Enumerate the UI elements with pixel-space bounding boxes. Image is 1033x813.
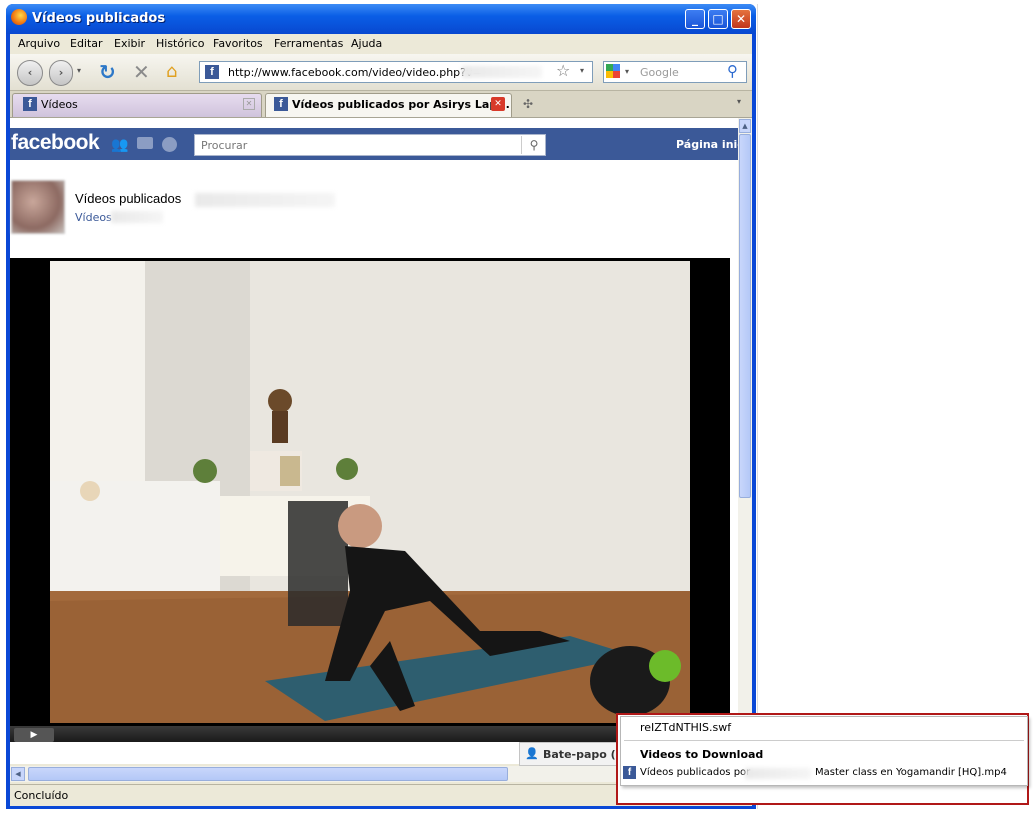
url-dropdown-icon[interactable]: ▾ (580, 66, 584, 75)
menu-ajuda[interactable]: Ajuda (351, 37, 382, 50)
menu-arquivo[interactable]: Arquivo (18, 37, 60, 50)
swf-item[interactable]: reIZTdNTHIS.swf (640, 721, 731, 734)
menu-editar[interactable]: Editar (70, 37, 103, 50)
google-engine-icon[interactable] (606, 64, 620, 78)
tab-videos-label: Vídeos (41, 98, 78, 111)
redacted-name (195, 193, 335, 207)
play-button[interactable]: ▶ (14, 728, 54, 742)
tab-close-icon[interactable]: ✕ (491, 97, 505, 111)
menu-exibir[interactable]: Exibir (114, 37, 145, 50)
tab-list-icon[interactable]: ▾ (737, 97, 741, 106)
status-text: Concluído (14, 789, 69, 802)
videos-to-download-header: Videos to Download (640, 748, 764, 761)
chat-person-icon: 👤 (525, 747, 539, 760)
reload-icon[interactable]: ↻ (99, 60, 116, 84)
friend-requests-icon[interactable]: 👥 (111, 137, 128, 153)
messages-icon[interactable] (137, 137, 153, 149)
back-button[interactable]: ‹ (17, 60, 43, 86)
menu-separator (624, 740, 1024, 741)
facebook-favicon-icon: f (274, 97, 288, 111)
redacted-name (745, 768, 811, 779)
videos-link[interactable]: Vídeos (75, 211, 112, 224)
tab-close-icon[interactable]: ✕ (243, 98, 255, 110)
horizontal-scroll-thumb[interactable] (28, 767, 508, 781)
facebook-favicon-icon: f (205, 65, 219, 79)
notifications-globe-icon[interactable] (162, 137, 177, 152)
redacted-name (111, 211, 163, 223)
menu-favoritos[interactable]: Favoritos (213, 37, 263, 50)
facebook-logo[interactable]: facebook (11, 131, 100, 155)
url-text[interactable]: http://www.facebook.com/video/video.php?… (228, 66, 482, 79)
search-icon[interactable]: ⚲ (727, 62, 738, 80)
history-dropdown-icon[interactable]: ▾ (77, 66, 81, 75)
download-item-title[interactable]: Master class en Yogamandir [HQ].mp4 (815, 767, 1007, 778)
video-frame[interactable] (50, 261, 690, 723)
forward-button[interactable]: › (49, 60, 73, 86)
redacted-url-part (462, 66, 542, 78)
tab-videos-publicados-label: Vídeos publicados por Asirys Lap... (292, 98, 510, 111)
minimize-button[interactable]: _ (685, 9, 705, 29)
maximize-button[interactable]: □ (708, 9, 728, 29)
bookmark-star-icon[interactable]: ☆ (556, 61, 570, 80)
menu-ferramentas[interactable]: Ferramentas (274, 37, 343, 50)
desktop-area (757, 4, 1033, 809)
search-placeholder: Google (640, 66, 679, 79)
stop-icon[interactable]: ✕ (133, 60, 150, 84)
page-title: Vídeos publicados (75, 191, 182, 206)
facebook-home-link[interactable]: Página inic (676, 138, 744, 151)
scroll-left-icon[interactable]: ◀ (11, 767, 25, 781)
facebook-favicon-icon: f (23, 97, 37, 111)
chat-label[interactable]: Bate-papo ( (543, 748, 616, 761)
scroll-up-icon[interactable]: ▲ (739, 119, 751, 133)
close-button[interactable]: ✕ (731, 9, 751, 29)
avatar[interactable] (11, 180, 65, 234)
menu-historico[interactable]: Histórico (156, 37, 204, 50)
facebook-search-icon[interactable]: ⚲ (521, 136, 546, 154)
window-title: Vídeos publicados (32, 11, 166, 26)
download-item-prefix[interactable]: Vídeos publicados por (640, 767, 750, 778)
home-icon[interactable]: ⌂ (166, 61, 177, 82)
firefox-icon (11, 9, 27, 25)
facebook-favicon-icon: f (623, 766, 636, 779)
engine-dropdown-icon[interactable]: ▾ (625, 67, 629, 76)
vertical-scroll-thumb[interactable] (739, 134, 751, 498)
facebook-search-placeholder: Procurar (201, 139, 248, 152)
new-tab-icon[interactable]: ✣ (523, 97, 533, 111)
